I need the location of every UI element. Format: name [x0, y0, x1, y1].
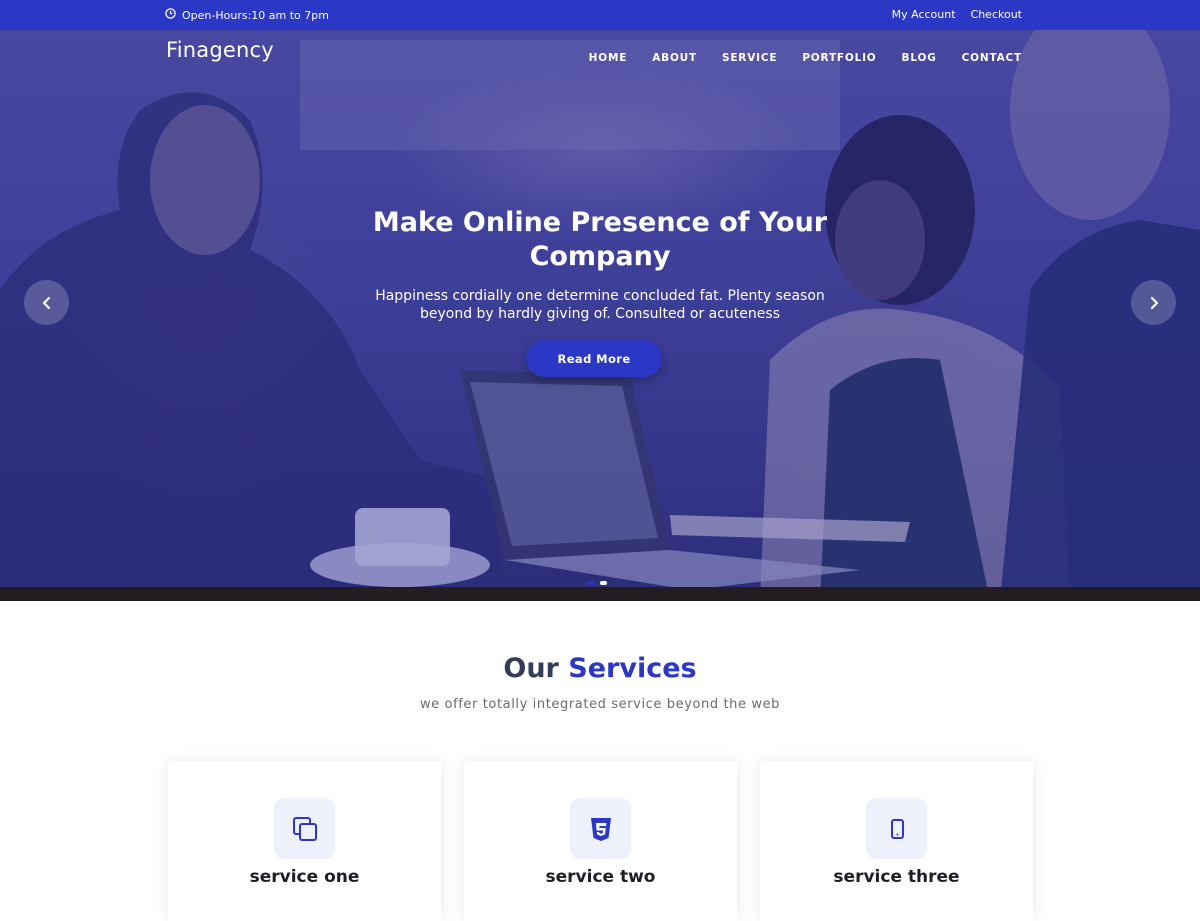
hero-slider: Finagency HOME ABOUT SERVICE PORTFOLIO B… [0, 30, 1200, 601]
service-card-title: service two [545, 867, 656, 887]
service-card-title: service three [833, 867, 960, 887]
service-card-one[interactable]: service one [168, 761, 441, 921]
slider-prev-button[interactable] [24, 280, 69, 325]
mobile-icon [890, 818, 904, 839]
services-heading-plain: Our [503, 653, 559, 684]
opening-hours: Open-Hours:10 am to 7pm [165, 8, 329, 22]
nav-portfolio[interactable]: PORTFOLIO [802, 52, 876, 64]
my-account-link[interactable]: My Account [892, 8, 956, 21]
service-card-three[interactable]: service three [760, 761, 1033, 921]
nav-home[interactable]: HOME [589, 52, 628, 64]
nav-contact[interactable]: CONTACT [962, 52, 1022, 64]
service-icon-box [866, 798, 927, 859]
nav-about[interactable]: ABOUT [652, 52, 697, 64]
service-icon-box [570, 798, 631, 859]
css3-icon [590, 817, 611, 841]
hero-subtitle: Happiness cordially one determine conclu… [375, 288, 825, 322]
service-icon-box [274, 798, 335, 859]
read-more-button[interactable]: Read More [526, 340, 662, 377]
hero-title: Make Online Presence of Your Company [372, 207, 828, 272]
service-card-title: service one [249, 867, 360, 887]
services-subtitle: we offer totally integrated service beyo… [419, 697, 781, 712]
slider-dot-1[interactable] [588, 581, 595, 585]
checkout-link[interactable]: Checkout [971, 8, 1022, 21]
services-heading: Our Services [0, 653, 1200, 684]
main-nav: HOME ABOUT SERVICE PORTFOLIO BLOG CONTAC… [589, 52, 1022, 64]
copy-icon [292, 816, 317, 841]
opening-hours-text: Open-Hours:10 am to 7pm [182, 8, 329, 22]
top-bar: Open-Hours:10 am to 7pm My Account Check… [0, 0, 1200, 30]
slider-pagination [588, 581, 607, 585]
service-card-two[interactable]: service two [464, 761, 737, 921]
clock-icon [165, 8, 176, 22]
slider-dot-2[interactable] [600, 581, 607, 585]
services-heading-accent: Services [568, 653, 697, 684]
chevron-left-icon [42, 296, 50, 309]
nav-service[interactable]: SERVICE [722, 52, 777, 64]
nav-blog[interactable]: BLOG [902, 52, 937, 64]
hero-bottom-edge [0, 587, 1200, 601]
site-logo[interactable]: Finagency [166, 38, 274, 62]
slider-next-button[interactable] [1131, 280, 1176, 325]
chevron-right-icon [1150, 296, 1158, 309]
account-links: My Account Checkout [892, 8, 1022, 21]
